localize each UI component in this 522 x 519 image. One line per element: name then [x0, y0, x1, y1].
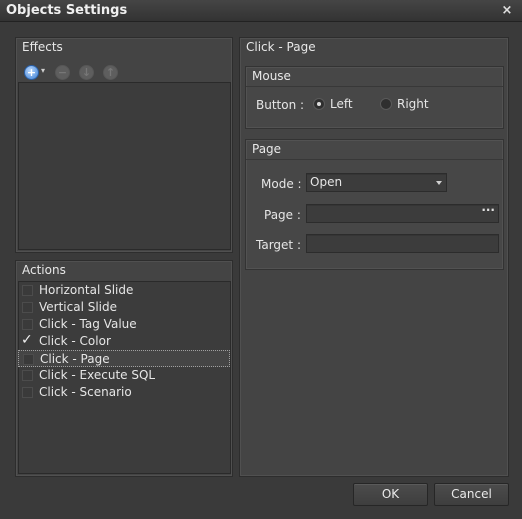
target-field[interactable]	[306, 234, 499, 253]
effects-heading: Effects	[22, 40, 63, 54]
detail-heading: Click - Page	[246, 40, 316, 54]
action-label: Click - Scenario	[39, 385, 132, 399]
action-label: Vertical Slide	[39, 300, 118, 314]
radio-left-label[interactable]: Left	[330, 97, 353, 111]
checkbox[interactable]	[22, 302, 33, 313]
page-field[interactable]: ···	[306, 202, 499, 223]
chevron-down-icon	[436, 181, 442, 185]
cancel-button[interactable]: Cancel	[434, 483, 509, 506]
button-label: Button :	[256, 98, 305, 112]
action-label: Click - Color	[39, 334, 111, 348]
move-down-icon[interactable]: ↓	[79, 65, 94, 80]
checkmark-icon[interactable]: ✓	[21, 332, 33, 348]
action-label: Click - Page	[40, 352, 110, 366]
action-item-click-execute-sql[interactable]: Click - Execute SQL	[18, 367, 230, 384]
action-item-click-tag-value[interactable]: Click - Tag Value	[18, 316, 230, 333]
add-dropdown-caret-icon[interactable]: ▾	[41, 66, 45, 75]
checkbox[interactable]	[22, 285, 33, 296]
action-item-horizontal-slide[interactable]: Horizontal Slide	[18, 282, 230, 299]
checkbox[interactable]	[23, 354, 34, 365]
mode-value: Open	[310, 175, 343, 189]
close-icon[interactable]: ×	[498, 3, 516, 19]
window-title: Objects Settings	[6, 3, 128, 18]
radio-left[interactable]	[313, 98, 325, 110]
remove-icon[interactable]: −	[55, 65, 70, 80]
radio-selected-dot	[317, 102, 321, 106]
mode-label: Mode :	[261, 177, 302, 191]
action-label: Click - Execute SQL	[39, 368, 156, 382]
page-label: Page :	[264, 208, 301, 222]
mouse-heading: Mouse	[246, 67, 503, 87]
radio-right[interactable]	[380, 98, 392, 110]
checkbox[interactable]	[22, 319, 33, 330]
action-item-click-page[interactable]: Click - Page	[18, 350, 230, 367]
action-label: Click - Tag Value	[39, 317, 137, 331]
move-up-icon[interactable]: ↑	[103, 65, 118, 80]
action-label: Horizontal Slide	[39, 283, 134, 297]
action-item-click-scenario[interactable]: Click - Scenario	[18, 384, 230, 401]
action-item-click-color[interactable]: ✓ Click - Color	[18, 332, 230, 350]
page-heading: Page	[246, 140, 503, 160]
add-icon[interactable]: +	[24, 65, 39, 80]
checkbox[interactable]	[22, 370, 33, 381]
checkbox[interactable]	[22, 387, 33, 398]
target-label: Target :	[256, 238, 301, 252]
ok-button[interactable]: OK	[353, 483, 428, 506]
mode-select[interactable]: Open	[306, 173, 447, 192]
action-item-vertical-slide[interactable]: Vertical Slide	[18, 299, 230, 316]
browse-ellipsis-icon[interactable]: ···	[481, 202, 495, 219]
effects-list[interactable]	[18, 82, 231, 250]
actions-heading: Actions	[22, 263, 66, 277]
radio-right-label[interactable]: Right	[397, 97, 429, 111]
title-bar: Objects Settings ×	[0, 0, 522, 22]
